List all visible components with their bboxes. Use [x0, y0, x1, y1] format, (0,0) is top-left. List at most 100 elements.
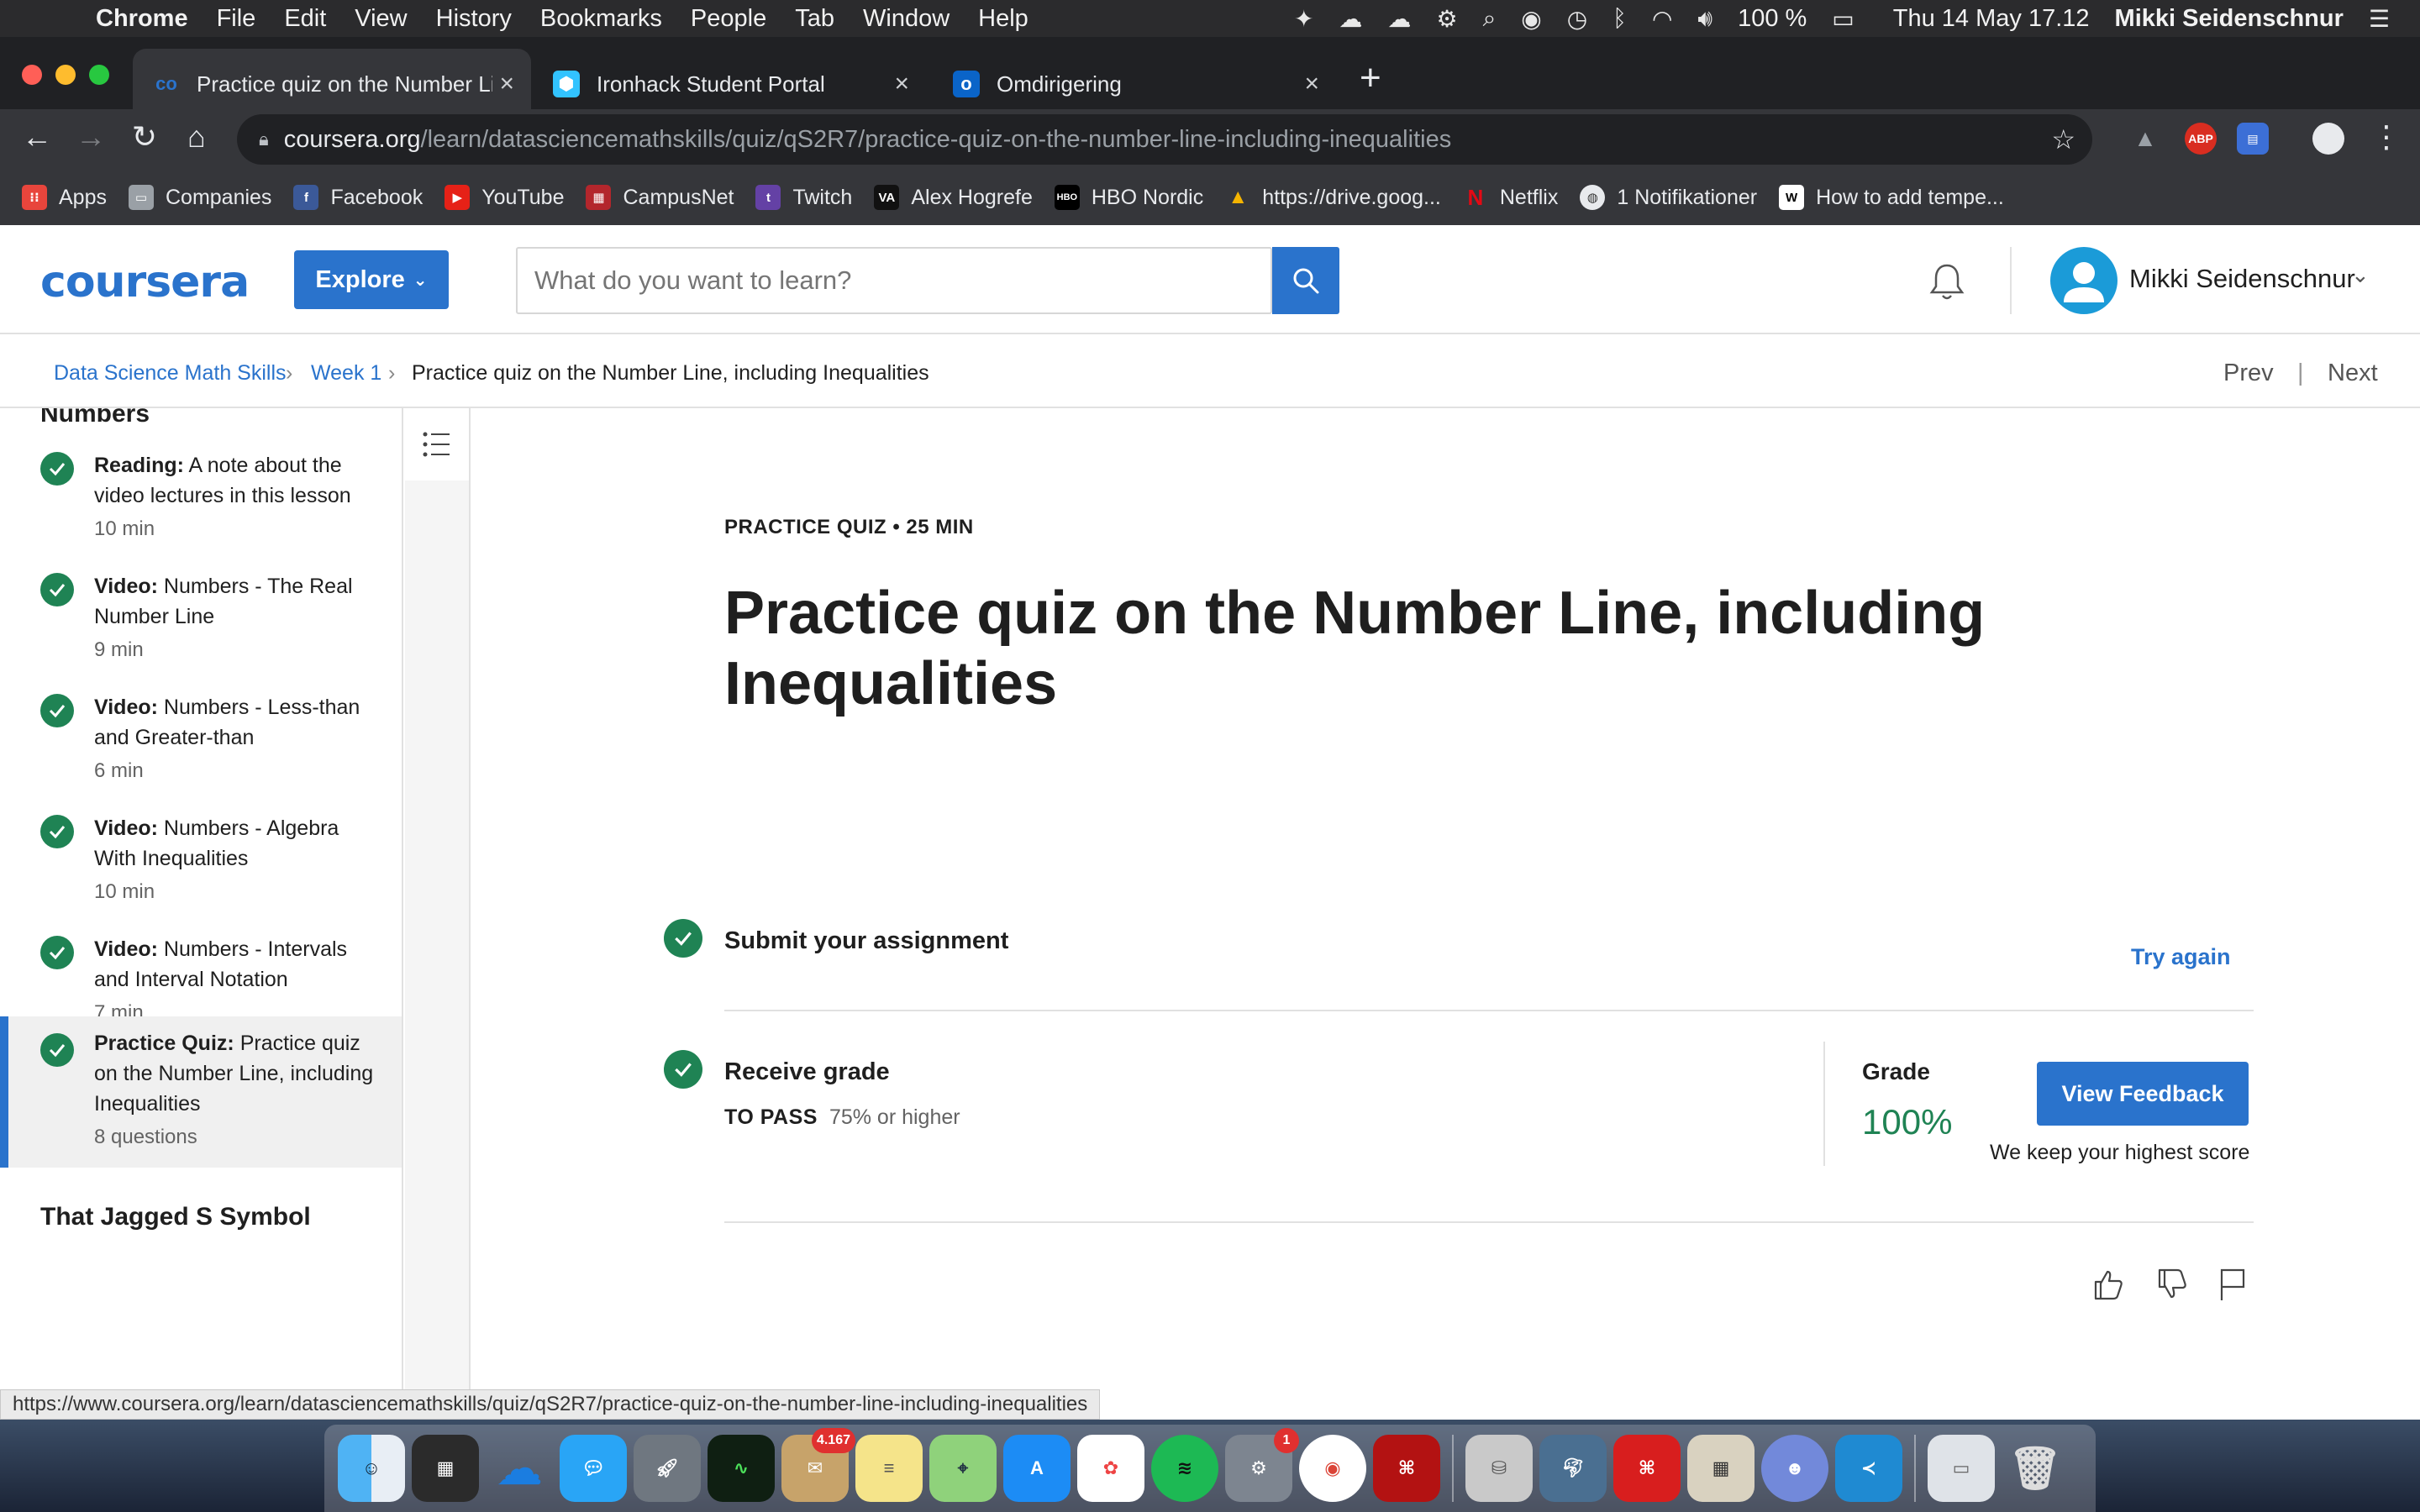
menubar-user[interactable]: Mikki Seidenschnur [2115, 5, 2344, 33]
bookmark-companies[interactable]: ▭ Companies [128, 185, 271, 210]
mysql-workbench-icon[interactable]: 🐬︎ [1539, 1435, 1607, 1502]
battery-icon[interactable]: ▭ [1832, 5, 1854, 33]
gallery-icon[interactable]: ▦ [412, 1435, 479, 1502]
coursera-logo[interactable]: coursera [40, 257, 250, 307]
menu-window[interactable]: Window [863, 5, 950, 33]
bookmark-netflix[interactable]: N Netflix [1463, 185, 1558, 210]
trash-icon[interactable]: 🗑︎ [2002, 1435, 2069, 1502]
lock-icon[interactable]: 🔒︎ [259, 129, 269, 150]
activity-monitor-icon[interactable]: ∿ [708, 1435, 775, 1502]
menu-file[interactable]: File [217, 5, 256, 33]
notification-bell-icon[interactable] [1924, 259, 1970, 304]
wifi-icon[interactable]: ◠ [1652, 5, 1672, 33]
acrobat-reader-icon[interactable]: ⌘ [1613, 1435, 1681, 1502]
cloud-icon[interactable]: ☁ [1339, 5, 1363, 33]
siri-icon[interactable]: ◉ [1521, 5, 1541, 33]
menu-history[interactable]: History [436, 5, 512, 33]
notes-icon[interactable]: ≡ [855, 1435, 923, 1502]
new-tab-button[interactable]: + [1360, 57, 1381, 99]
bookmark-apps[interactable]: ⁝⁝ Apps [22, 185, 107, 210]
chrome-icon[interactable]: ◉ [1299, 1435, 1366, 1502]
bookmark-youtube[interactable]: ▶ YouTube [445, 185, 564, 210]
sidebar-item-reading[interactable]: Reading: A note about the video lectures… [0, 408, 402, 540]
next-link[interactable]: Next [2328, 360, 2378, 387]
vscode-icon[interactable]: ≺ [1835, 1435, 1902, 1502]
clock[interactable]: Thu 14 May 17.12 [1893, 5, 2090, 33]
spotify-icon[interactable]: ≋ [1151, 1435, 1218, 1502]
bookmark-facebook[interactable]: f Facebook [293, 185, 423, 210]
steelseries-icon[interactable]: ⚙ [1437, 5, 1458, 33]
sidebar-item-video[interactable]: Video: Numbers - Algebra With Inequaliti… [0, 771, 402, 903]
maps-icon[interactable]: ⌖ [929, 1435, 997, 1502]
time-machine-icon[interactable]: ◷ [1567, 5, 1587, 33]
sidebar-item-video[interactable]: Video: Numbers - Less-than and Greater-t… [0, 650, 402, 782]
launchpad-icon[interactable]: 🚀︎ [634, 1435, 701, 1502]
forward-arrow-icon[interactable]: → [71, 119, 111, 155]
reload-icon[interactable]: ↻ [124, 119, 165, 155]
bookmark-drive[interactable]: ▲ https://drive.goog... [1225, 185, 1441, 210]
address-bar[interactable]: 🔒︎ coursera.org /learn/datasciencemathsk… [237, 114, 2092, 165]
finder-icon[interactable]: ☺ [338, 1435, 405, 1502]
search-button[interactable] [1272, 247, 1339, 314]
user-name[interactable]: Mikki Seidenschnur [2129, 264, 2355, 294]
reader-extension-icon[interactable]: ▤ [2237, 123, 2269, 155]
sidebar-item-practice-quiz[interactable]: Practice Quiz: Practice quiz on the Numb… [0, 1016, 402, 1168]
menu-edit[interactable]: Edit [284, 5, 326, 33]
close-window-icon[interactable] [22, 65, 42, 85]
bookmark-alex-hogrefe[interactable]: VA Alex Hogrefe [874, 185, 1033, 210]
menu-help[interactable]: Help [978, 5, 1028, 33]
notification-center-icon[interactable]: ☰ [2369, 5, 2390, 33]
onedrive-icon[interactable]: ☁ [486, 1435, 553, 1502]
spotlight-icon[interactable]: ⌕ [1483, 5, 1497, 33]
prev-link[interactable]: Prev [2223, 360, 2274, 387]
bluetooth-icon[interactable]: ᛒ [1612, 5, 1627, 32]
calculator-icon[interactable]: ▦ [1687, 1435, 1754, 1502]
system-preferences-icon[interactable]: ⚙ 1 [1225, 1428, 1299, 1502]
menu-tab[interactable]: Tab [795, 5, 834, 33]
discord-icon[interactable]: ☻ [1761, 1435, 1828, 1502]
close-tab-icon[interactable]: × [1304, 70, 1319, 98]
avatar[interactable] [2050, 247, 2118, 314]
sidebar-item-video[interactable]: Video: Numbers - Intervals and Interval … [0, 892, 402, 1024]
minimize-window-icon[interactable] [55, 65, 76, 85]
disk-utility-icon[interactable]: ⛁ [1465, 1435, 1533, 1502]
volume-icon[interactable]: 🔊︎ [1697, 5, 1712, 33]
search-input[interactable]: What do you want to learn? [516, 247, 1272, 314]
menu-bookmarks[interactable]: Bookmarks [540, 5, 662, 33]
bookmark-twitch[interactable]: t Twitch [755, 185, 852, 210]
messages-icon[interactable]: 💬︎ [560, 1435, 627, 1502]
acrobat-icon[interactable]: ⌘ [1373, 1435, 1440, 1502]
app-store-icon[interactable]: A [1003, 1435, 1071, 1502]
drive-extension-icon[interactable]: ▲ [2129, 123, 2161, 155]
try-again-link[interactable]: Try again [2131, 944, 2231, 970]
menu-people[interactable]: People [691, 5, 766, 33]
bookmark-hbo-nordic[interactable]: HBO HBO Nordic [1054, 185, 1203, 210]
outline-toggle-button[interactable] [405, 408, 469, 480]
bookmark-campusnet[interactable]: ▦ CampusNet [586, 185, 734, 210]
dropbox-icon[interactable]: ✦ [1294, 5, 1313, 33]
downloads-folder-icon[interactable]: ▭ [1928, 1435, 1995, 1502]
chevron-down-icon[interactable]: ⌄ [2351, 262, 2370, 288]
thumbs-down-icon[interactable] [2153, 1265, 2191, 1304]
profile-avatar-icon[interactable] [2312, 123, 2344, 155]
sidebar-item-video[interactable]: Video: Numbers - The Real Number Line 9 m… [0, 529, 402, 661]
adblock-icon[interactable]: ABP [2185, 123, 2217, 155]
flag-icon[interactable] [2213, 1265, 2252, 1304]
section-heading[interactable]: That Jagged S Symbol [40, 1203, 311, 1231]
close-tab-icon[interactable]: × [499, 70, 514, 98]
breadcrumb-week[interactable]: Week 1 [311, 361, 381, 386]
menu-app-name[interactable]: Chrome [96, 5, 188, 33]
battery-percent[interactable]: 100 % [1738, 5, 1807, 33]
home-icon[interactable]: ⌂ [176, 119, 217, 155]
chrome-menu-icon[interactable]: ⋮ [2366, 119, 2407, 155]
mail-icon[interactable]: ✉ 4.167 [781, 1428, 855, 1502]
bookmark-wikipedia[interactable]: W How to add tempe... [1779, 185, 2004, 210]
close-tab-icon[interactable]: × [894, 70, 909, 98]
bookmark-star-icon[interactable]: ☆ [2051, 123, 2075, 155]
zoom-window-icon[interactable] [89, 65, 109, 85]
breadcrumb-course[interactable]: Data Science Math Skills [54, 361, 287, 386]
thumbs-up-icon[interactable] [2089, 1265, 2128, 1304]
back-arrow-icon[interactable]: ← [17, 119, 57, 155]
bookmark-notifikationer[interactable]: ◍ 1 Notifikationer [1580, 185, 1757, 210]
photos-icon[interactable]: ✿ [1077, 1435, 1144, 1502]
